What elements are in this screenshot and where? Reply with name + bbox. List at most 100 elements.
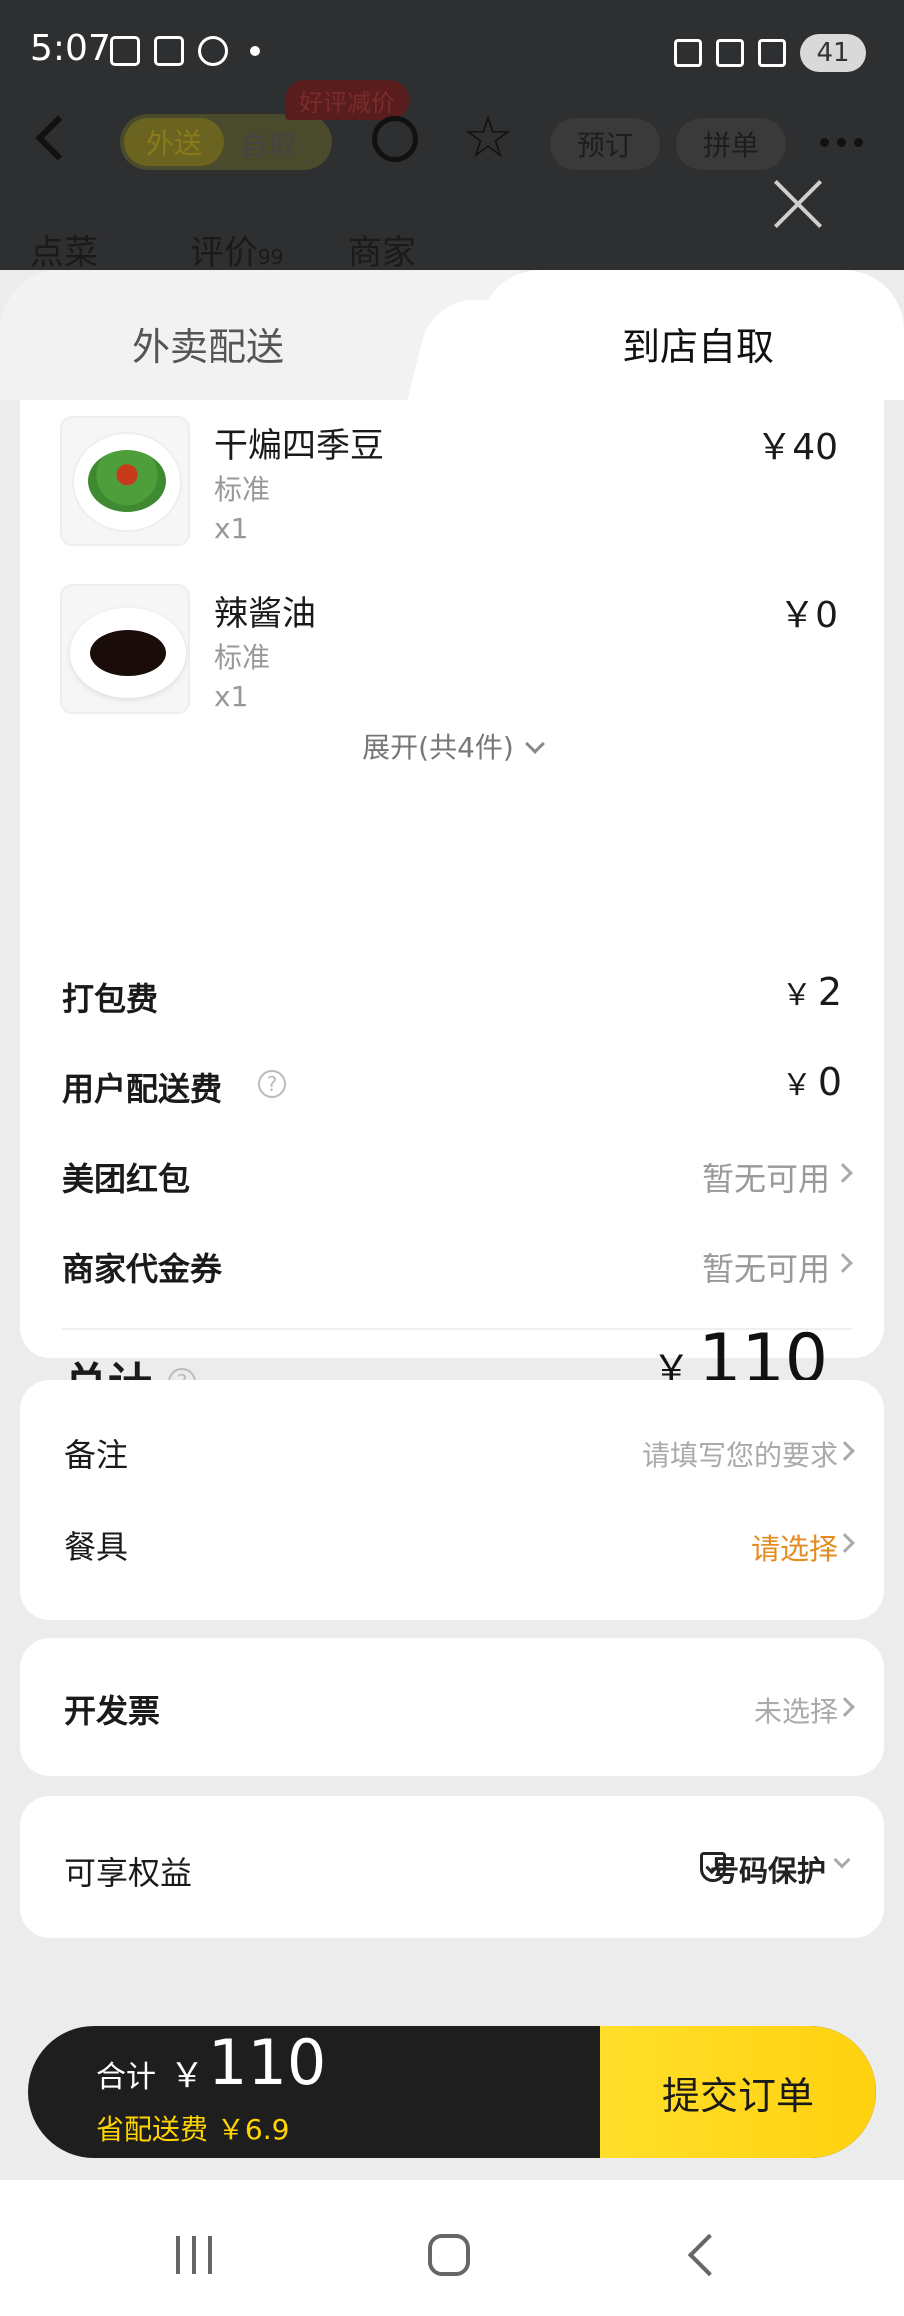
back-icon[interactable] [687,2233,731,2277]
remarks-card: 备注 请填写您的要求 餐具 请选择 [20,1380,884,1620]
voucher-row[interactable]: 商家代金券 暂无可用 [62,1240,853,1290]
savings-text: 省配送费 ￥6.9 [96,2113,290,2146]
tab-delivery-label: 外卖配送 [132,325,285,369]
submit-order-button[interactable]: 提交订单 [600,2026,876,2158]
search-icon [372,116,418,162]
tab-pickup-label: 到店自取 [622,325,775,369]
tab-order: 点菜 [30,233,98,273]
chevron-right-icon [833,1163,853,1183]
delivery-fee-row: 用户配送费 ? ￥ 0 [62,1060,852,1110]
item-qty: x1 [214,512,249,545]
5g-icon [716,39,744,67]
currency-symbol: ￥ [170,2056,204,2096]
delivery-fee-amount: 0 [817,1060,842,1104]
note-placeholder: 请填写您的要求 [641,1439,838,1472]
status-icons-left [110,36,260,66]
red-packet-row[interactable]: 美团红包 暂无可用 [62,1150,853,1200]
tableware-row[interactable]: 餐具 请选择 [20,1490,884,1600]
delivery-mode-toggle: 外送 自取 [120,114,332,170]
recent-apps-icon[interactable] [176,2236,212,2274]
help-icon[interactable]: ? [258,1070,286,1098]
food-image [72,432,182,532]
checkout-total-amount: 110 [208,2026,327,2099]
currency-symbol: ￥ [781,1068,812,1103]
packing-fee-row: 打包费 ￥ 2 [62,970,852,1020]
background-nav-bar: 外送 自取 好评减价 ☆ 预订 拼单 [0,80,904,198]
system-nav-bar [0,2180,904,2316]
item-qty: x1 [214,680,249,713]
star-icon: ☆ [462,103,514,171]
food-thumbnail [60,584,190,714]
food-image [70,608,186,698]
screenshot-icon [110,36,140,66]
expand-items-button[interactable]: 展开(共4件) [20,726,884,766]
list-item: 辣酱油 标准 x1 ￥0 [60,584,850,724]
item-price: ￥0 [779,595,838,636]
note-label: 备注 [64,1436,129,1474]
delivery-fee-label: 用户配送费 [62,1070,223,1108]
tableware-value: 请选择 [750,1532,838,1566]
rights-card: 可享权益 号码保护 [20,1796,884,1938]
chevron-right-icon [835,1533,855,1553]
item-name: 干煸四季豆 [214,426,384,466]
item-spec: 标准 [214,473,271,506]
packing-fee-amount: 2 [817,970,842,1014]
status-bar: 5:07 41 [0,0,904,108]
invoice-label: 开发票 [64,1692,161,1730]
packing-fee-label: 打包费 [62,980,159,1018]
order-summary-card: 干煸四季豆 标准 x1 ￥40 辣酱油 标准 x1 ￥0 展开(共4件) 打包费… [20,400,884,1358]
item-price: ￥40 [756,427,838,468]
voucher-value: 暂无可用 [701,1250,830,1288]
delivery-fee-value: ￥ 0 [782,1060,842,1104]
tab-reviews: 评价99 [190,225,283,274]
number-protection[interactable]: 号码保护 [710,1848,826,1890]
red-packet-value: 暂无可用 [701,1160,830,1198]
voucher-label: 商家代金券 [62,1250,223,1288]
preorder-pill: 预订 [550,118,660,170]
tab-reviews-label: 评价 [190,233,258,273]
more-icon [820,138,863,147]
invoice-value: 未选择 [753,1695,838,1728]
checkout-bar: 合计 ￥ 110 省配送费 ￥6.9 提交订单 [28,2026,876,2158]
battery-indicator: 41 [800,34,866,72]
chevron-right-icon [835,1697,855,1717]
invoice-card[interactable]: 开发票 未选择 [20,1638,884,1776]
sheet-tabs: 外卖配送 到店自取 [0,270,904,400]
rights-label: 可享权益 [64,1854,193,1892]
promo-badge: 好评减价 [285,80,409,120]
tab-merchant: 商家 [348,233,416,273]
chevron-down-icon [524,734,545,754]
food-thumbnail [60,416,190,546]
list-item: 干煸四季豆 标准 x1 ￥40 [60,416,850,556]
group-order-pill: 拼单 [676,118,786,170]
status-icons-right: 41 [674,34,866,72]
mute-icon [674,39,702,67]
checkout-total-label: 合计 [96,2060,156,2095]
chevron-down-icon[interactable] [833,1851,851,1869]
toggle-pickup: 自取 [240,129,297,162]
home-icon[interactable] [428,2234,470,2276]
item-name: 辣酱油 [214,594,316,634]
toggle-delivery: 外送 [124,118,224,166]
signal-icon [758,39,786,67]
pay-icon [154,36,184,66]
note-row[interactable]: 备注 请填写您的要求 [20,1380,884,1490]
item-spec: 标准 [214,641,271,674]
checkout-summary: 合计 ￥ 110 省配送费 ￥6.9 [28,2026,600,2158]
status-time: 5:07 [30,28,111,69]
chevron-right-icon [833,1253,853,1273]
expand-label: 展开(共4件) [362,731,514,764]
chevron-right-icon [835,1441,855,1461]
currency-symbol: ￥ [781,978,812,1013]
close-sheet-button[interactable] [770,176,826,232]
red-packet-label: 美团红包 [62,1160,191,1198]
background-page-overlay: 5:07 41 外送 自取 好评减价 ☆ 预订 拼单 点菜 评价99 商家 [0,0,904,300]
tab-reviews-count: 99 [258,245,284,269]
tableware-label: 餐具 [64,1528,129,1566]
tab-pickup[interactable]: 到店自取 [480,270,904,400]
order-sheet: 外卖配送 到店自取 干煸四季豆 标准 x1 ￥40 辣酱油 标准 x1 ￥0 展… [0,270,904,2030]
wechat-icon [198,36,228,66]
packing-fee-value: ￥ 2 [782,970,842,1014]
back-arrow-icon [35,115,81,161]
notification-dot-icon [250,46,260,56]
